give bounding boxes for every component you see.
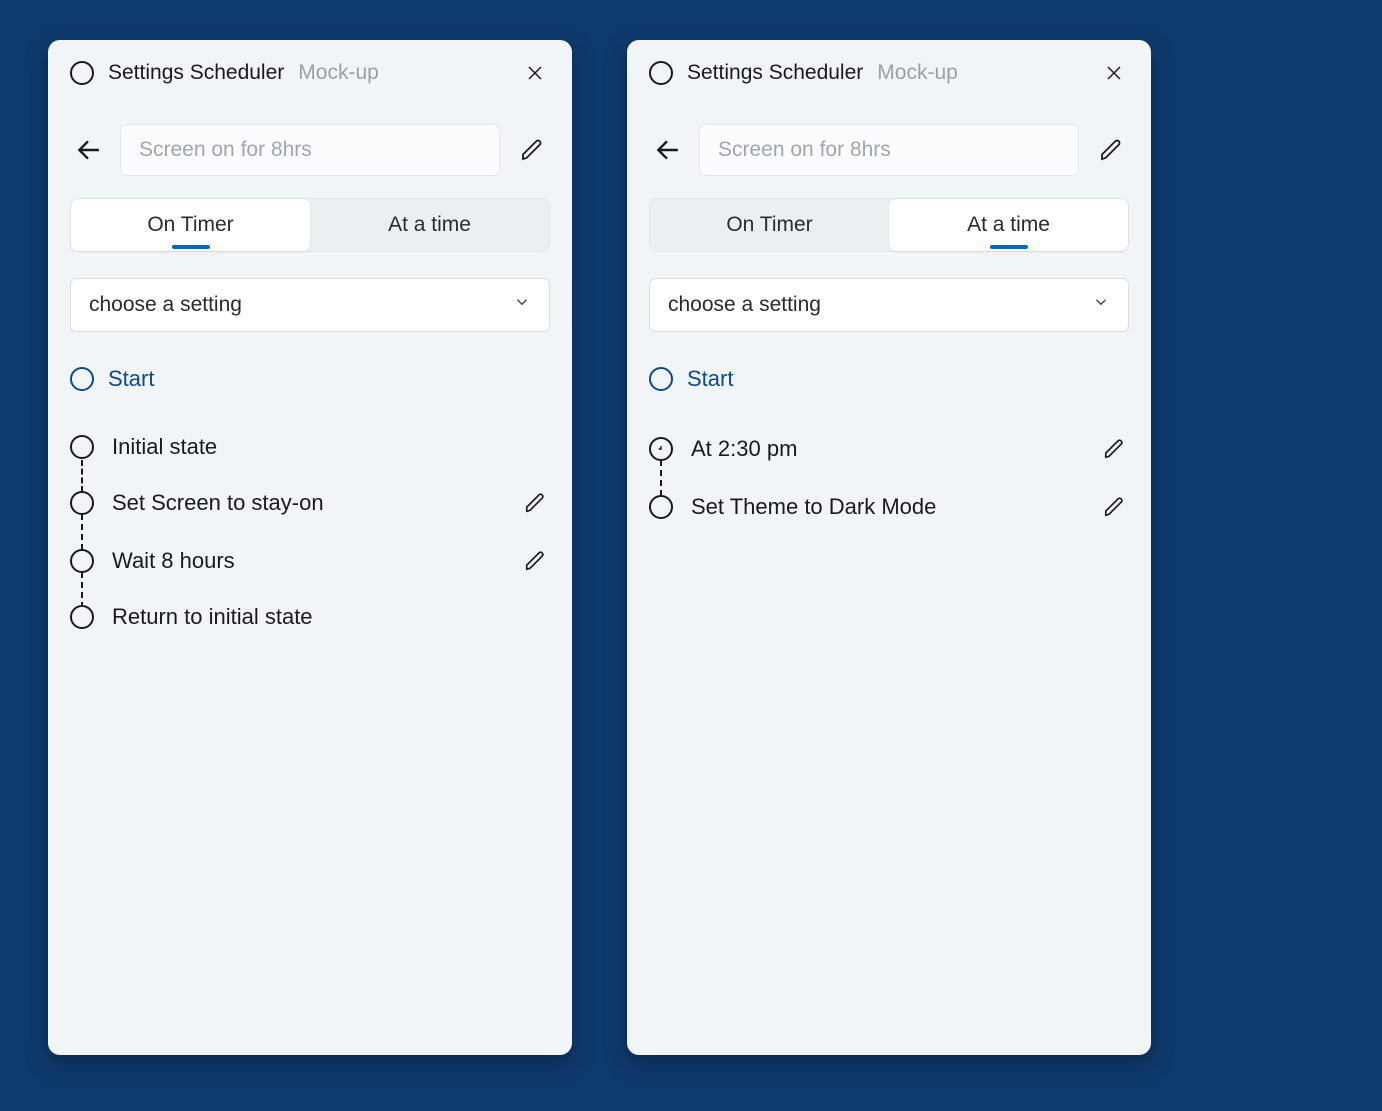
close-icon xyxy=(1105,64,1123,82)
step-item: Set Screen to stay-on xyxy=(70,474,550,532)
window-title: Settings Scheduler xyxy=(687,61,863,85)
back-button[interactable] xyxy=(70,132,106,168)
clock-icon xyxy=(649,437,673,461)
step-node-icon xyxy=(70,435,94,459)
step-node-icon xyxy=(70,605,94,629)
setting-select-label: choose a setting xyxy=(668,293,821,317)
step-item: Set Theme to Dark Mode xyxy=(649,478,1129,536)
start-node-icon xyxy=(649,367,673,391)
pencil-icon xyxy=(520,138,544,162)
step-item: At 2:30 pm xyxy=(649,420,1129,478)
step-label: Set Theme to Dark Mode xyxy=(691,494,1081,520)
arrow-left-icon xyxy=(654,137,680,163)
edit-step-button[interactable] xyxy=(520,488,550,518)
start-row[interactable]: Start xyxy=(649,366,1129,392)
steps-list: Initial state Set Screen to stay-on Wait… xyxy=(70,420,550,644)
step-label: Set Screen to stay-on xyxy=(112,490,502,516)
step-label: Initial state xyxy=(112,434,550,460)
pencil-icon xyxy=(1103,438,1125,460)
window-subtitle: Mock-up xyxy=(298,61,506,85)
pencil-icon xyxy=(1103,496,1125,518)
setting-select[interactable]: choose a setting xyxy=(649,278,1129,332)
app-icon xyxy=(70,61,94,85)
step-node-icon xyxy=(70,549,94,573)
rule-name-input[interactable] xyxy=(120,124,500,176)
tab-at-a-time[interactable]: At a time xyxy=(310,199,549,251)
tab-on-timer[interactable]: On Timer xyxy=(650,199,889,251)
steps-list: At 2:30 pm Set Theme to Dark Mode xyxy=(649,420,1129,536)
back-button[interactable] xyxy=(649,132,685,168)
tab-at-a-time[interactable]: At a time xyxy=(889,199,1128,251)
step-node-icon xyxy=(649,495,673,519)
arrow-left-icon xyxy=(75,137,101,163)
pencil-icon xyxy=(524,550,546,572)
window-on-timer: Settings Scheduler Mock-up On Timer At a… xyxy=(48,40,572,1055)
setting-select-wrap: choose a setting xyxy=(649,278,1129,332)
chevron-down-icon xyxy=(1092,293,1110,317)
titlebar: Settings Scheduler Mock-up xyxy=(627,40,1151,102)
trigger-tabs: On Timer At a time xyxy=(70,198,550,252)
edit-step-button[interactable] xyxy=(520,546,550,576)
tab-on-timer[interactable]: On Timer xyxy=(71,199,310,251)
setting-select-wrap: choose a setting xyxy=(70,278,550,332)
start-label: Start xyxy=(687,366,733,392)
edit-name-button[interactable] xyxy=(1093,132,1129,168)
window-at-a-time: Settings Scheduler Mock-up On Timer At a… xyxy=(627,40,1151,1055)
close-icon xyxy=(526,64,544,82)
window-subtitle: Mock-up xyxy=(877,61,1085,85)
step-item: Return to initial state xyxy=(70,590,550,644)
close-button[interactable] xyxy=(1099,58,1129,88)
rule-name-input[interactable] xyxy=(699,124,1079,176)
step-label: Wait 8 hours xyxy=(112,548,502,574)
start-label: Start xyxy=(108,366,154,392)
pencil-icon xyxy=(1099,138,1123,162)
pencil-icon xyxy=(524,492,546,514)
window-title: Settings Scheduler xyxy=(108,61,284,85)
edit-step-button[interactable] xyxy=(1099,492,1129,522)
step-node-icon xyxy=(70,491,94,515)
step-item: Initial state xyxy=(70,420,550,474)
edit-step-button[interactable] xyxy=(1099,434,1129,464)
titlebar: Settings Scheduler Mock-up xyxy=(48,40,572,102)
app-icon xyxy=(649,61,673,85)
setting-select-label: choose a setting xyxy=(89,293,242,317)
close-button[interactable] xyxy=(520,58,550,88)
setting-select[interactable]: choose a setting xyxy=(70,278,550,332)
start-node-icon xyxy=(70,367,94,391)
step-label: At 2:30 pm xyxy=(691,436,1081,462)
edit-name-button[interactable] xyxy=(514,132,550,168)
toolbar xyxy=(627,102,1151,196)
toolbar xyxy=(48,102,572,196)
chevron-down-icon xyxy=(513,293,531,317)
step-label: Return to initial state xyxy=(112,604,550,630)
start-row[interactable]: Start xyxy=(70,366,550,392)
trigger-tabs: On Timer At a time xyxy=(649,198,1129,252)
step-item: Wait 8 hours xyxy=(70,532,550,590)
